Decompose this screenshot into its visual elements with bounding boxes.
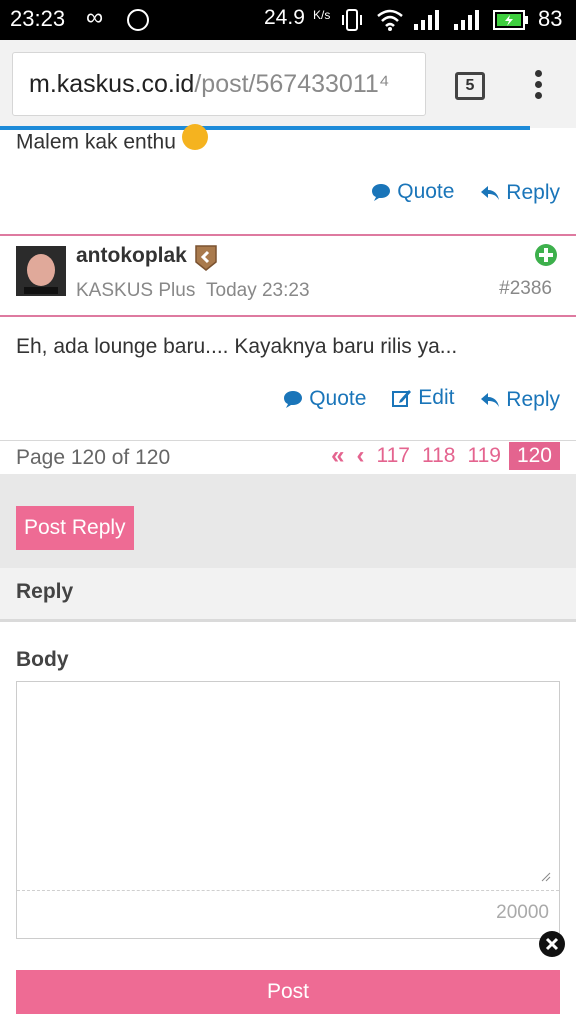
url-text: m.kaskus.co.id/post/567433011⁴ [29, 70, 390, 98]
reply-toolbar: Post Reply [0, 474, 576, 568]
reply-body-input[interactable]: 20000 [16, 681, 560, 939]
battery-icon [493, 10, 528, 30]
reply-section-title: Reply [16, 580, 74, 603]
close-icon[interactable] [538, 930, 566, 958]
user-title: KASKUS Plus [76, 280, 196, 301]
post-divider [0, 234, 576, 236]
rank-badge-icon [195, 245, 217, 271]
whatsapp-icon [127, 9, 149, 31]
avatar-image [16, 246, 66, 296]
address-bar[interactable]: m.kaskus.co.id/post/567433011⁴ [12, 52, 426, 116]
page-link[interactable]: 119 [467, 444, 500, 468]
first-page-link[interactable]: « [331, 442, 344, 470]
current-page: 120 [508, 442, 560, 470]
avatar[interactable] [16, 246, 66, 296]
edit-button[interactable]: Edit [392, 386, 454, 410]
signal-icon [414, 10, 439, 30]
post-body: Malem kak enthu [16, 124, 208, 156]
character-counter: 20000 [496, 902, 549, 923]
reply-arrow-icon [481, 393, 500, 407]
emoji-icon [181, 124, 208, 150]
post-submit-button[interactable]: Post [16, 970, 560, 1014]
tab-switcher-button[interactable]: 5 [455, 72, 485, 100]
wifi-icon [377, 9, 403, 31]
post-number[interactable]: #2386 [499, 278, 552, 300]
signal-icon [454, 10, 479, 30]
post-reply-button[interactable]: Post Reply [16, 506, 134, 550]
clock: 23:23 [10, 6, 66, 31]
post-actions: Quote Edit Reply [263, 386, 560, 414]
speech-bubble-icon [372, 184, 391, 201]
post-actions: Quote Reply [351, 180, 560, 207]
body-label: Body [16, 648, 69, 671]
reply-button[interactable]: Reply [480, 388, 560, 412]
edit-icon [392, 390, 412, 407]
speech-bubble-icon [284, 391, 303, 408]
page-link[interactable]: 118 [422, 444, 455, 468]
infinity-icon: ∞ [86, 4, 104, 31]
page-link[interactable]: 117 [377, 444, 410, 468]
pagination: « ‹ 117 118 119 120 [319, 442, 560, 470]
network-speed-unit: K/s [313, 8, 331, 22]
quote-button[interactable]: Quote [371, 180, 454, 204]
post-divider [0, 315, 576, 317]
reply-arrow-icon [481, 186, 500, 200]
quote-button[interactable]: Quote [283, 387, 366, 411]
prev-page-link[interactable]: ‹ [357, 442, 365, 470]
post-time: Today 23:23 [206, 280, 310, 301]
resize-handle-icon[interactable] [541, 872, 551, 882]
add-reputation-icon[interactable] [533, 242, 559, 268]
battery-percent: 83 [538, 6, 563, 31]
vibrate-icon [342, 9, 362, 31]
status-bar: 23:23 ∞ 24.9 K/s 83 [0, 0, 576, 40]
counter-separator [17, 890, 559, 891]
username[interactable]: antokoplak [76, 244, 187, 268]
network-speed: 24.9 [264, 6, 305, 29]
reply-section-header: Reply [0, 568, 576, 622]
page-info: Page 120 of 120 [16, 446, 171, 469]
post-body: Eh, ada lounge baru.... Kayaknya baru ri… [16, 335, 458, 358]
overflow-menu-icon[interactable] [530, 70, 546, 102]
section-divider [0, 440, 576, 441]
browser-toolbar: m.kaskus.co.id/post/567433011⁴ 5 [0, 40, 576, 128]
reply-button[interactable]: Reply [480, 181, 560, 205]
